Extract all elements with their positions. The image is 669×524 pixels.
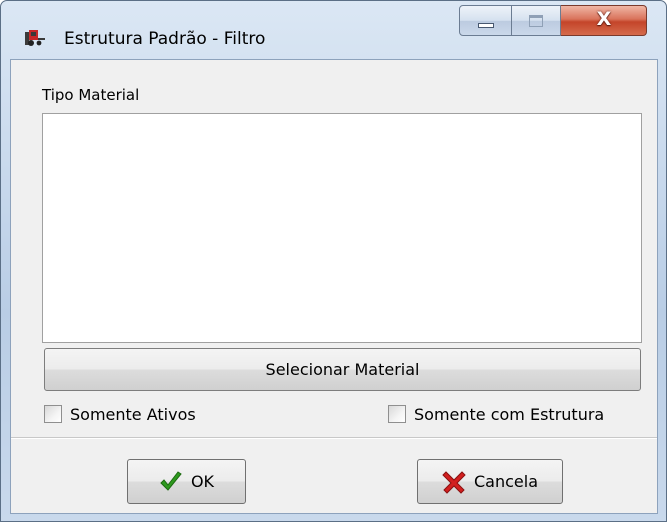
only-active-label: Somente Ativos (70, 404, 196, 424)
forklift-icon (25, 30, 45, 46)
window-bottom-frame (1, 514, 668, 523)
only-with-structure-checkbox-row[interactable]: Somente com Estrutura (388, 403, 604, 425)
only-active-checkbox[interactable] (44, 405, 62, 423)
close-button[interactable]: X (561, 5, 647, 36)
maximize-button[interactable] (512, 5, 561, 36)
select-material-button[interactable]: Selecionar Material (44, 348, 641, 391)
checkmark-icon (160, 470, 182, 491)
window-title: Estrutura Padrão - Filtro (64, 29, 266, 49)
tipo-material-listbox[interactable] (42, 113, 642, 343)
cancel-label: Cancela (473, 472, 538, 491)
only-active-checkbox-row[interactable]: Somente Ativos (44, 403, 196, 425)
only-with-structure-label: Somente com Estrutura (414, 404, 605, 424)
title-bar[interactable]: Estrutura Padrão - Filtro X (1, 1, 668, 59)
tipo-material-label: Tipo Material (42, 86, 140, 104)
red-x-icon (442, 470, 466, 494)
close-icon: X (596, 8, 612, 30)
dialog-client-area: Tipo Material Selecionar Material Soment… (10, 59, 658, 514)
maximize-icon (529, 15, 543, 27)
only-with-structure-checkbox[interactable] (388, 405, 406, 423)
cancel-button[interactable]: Cancela (417, 459, 563, 504)
dialog-window: Estrutura Padrão - Filtro X Tipo Materia… (0, 0, 667, 522)
minimize-button[interactable] (459, 5, 512, 36)
ok-label: OK (190, 472, 215, 491)
caption-buttons: X (459, 5, 647, 36)
footer-divider (11, 437, 657, 439)
minimize-icon (478, 23, 494, 28)
ok-button[interactable]: OK (127, 459, 246, 504)
